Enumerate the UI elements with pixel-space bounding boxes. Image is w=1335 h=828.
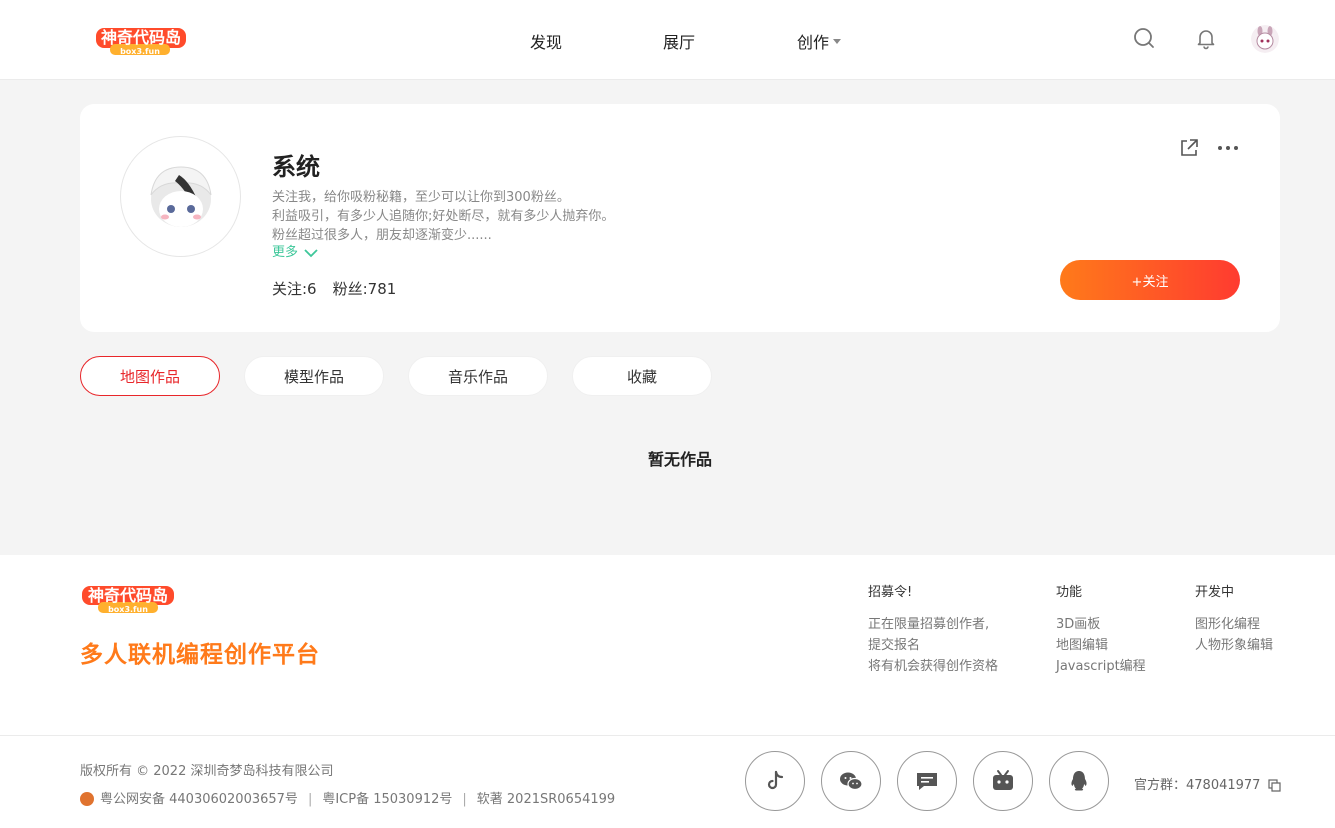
copyright: 版权所有 © 2022 深圳奇梦岛科技有限公司	[80, 764, 334, 779]
footer-col-item[interactable]: 提交报名	[868, 634, 920, 653]
wechat-icon	[840, 772, 863, 791]
beian-info: 粤公网安备 44030602003657号 | 粤ICP备 15030912号 | 软著…	[80, 788, 615, 807]
wechat-button[interactable]	[821, 751, 881, 811]
tab-favorites[interactable]: 收藏	[572, 356, 712, 396]
svg-text:神奇代码岛: 神奇代码岛	[101, 28, 181, 47]
police-badge-icon	[80, 791, 94, 806]
footer-col-title: 开发中	[1195, 585, 1235, 600]
copy-icon[interactable]	[1268, 779, 1282, 792]
software-copyright: 软著 2021SR0654199	[476, 792, 616, 807]
bio-line: 利益吸引，有多少人追随你;好处断尽，就有多少人抛弃你。	[272, 209, 615, 224]
bio-line: 关注我，给你吸粉秘籍，至少可以让你到300粉丝。	[272, 190, 570, 205]
nav-create[interactable]: 创作	[797, 29, 842, 53]
nav-discover-label: 发现	[530, 33, 563, 52]
tab-music-works[interactable]: 音乐作品	[408, 356, 548, 396]
site-footer: 神奇代码岛 box3.fun 多人联机编程创作平台 招募令! 正在限量招募创作者…	[0, 555, 1335, 828]
official-group-label: 官方群：478041977	[1134, 778, 1261, 793]
site-logo[interactable]: 神奇代码岛 box3.fun	[92, 24, 190, 58]
footer-logo: 神奇代码岛 box3.fun	[82, 586, 174, 614]
chat-icon	[917, 773, 937, 790]
chat-button[interactable]	[897, 751, 957, 811]
profile-name: 系统	[272, 153, 320, 181]
tab-map-works[interactable]: 地图作品	[80, 356, 220, 396]
user-avatar[interactable]	[1251, 25, 1279, 53]
bilibili-button[interactable]	[973, 751, 1033, 811]
share-icon[interactable]	[1178, 137, 1200, 159]
qq-icon	[1071, 771, 1087, 791]
tiktok-icon	[767, 770, 784, 790]
police-beian[interactable]: 粤公网安备 44030602003657号	[100, 792, 298, 807]
top-header: 神奇代码岛 box3.fun 发现 展厅 创作	[0, 0, 1335, 80]
more-label: 更多	[272, 245, 299, 260]
bell-icon[interactable]	[1194, 26, 1218, 50]
follow-button[interactable]: +关注	[1060, 260, 1240, 300]
footer-col-item: 将有机会获得创作资格	[868, 659, 999, 674]
svg-text:神奇代码岛: 神奇代码岛	[88, 586, 168, 605]
footer-col-item: 正在限量招募创作者,	[868, 617, 990, 632]
svg-text:box3.fun: box3.fun	[108, 605, 148, 614]
profile-stats: 关注:6 粉丝:781	[272, 278, 412, 299]
nav-create-label: 创作	[797, 33, 830, 52]
qq-button[interactable]	[1049, 751, 1109, 811]
bilibili-icon	[993, 770, 1013, 790]
footer-slogan: 多人联机编程创作平台	[80, 642, 320, 668]
caret-down-icon	[833, 39, 842, 44]
footer-col-item[interactable]: 人物形象编辑	[1195, 634, 1273, 653]
footer-col-title: 招募令!	[868, 585, 913, 600]
footer-col-item[interactable]: 3D画板	[1056, 613, 1100, 632]
footer-col-item[interactable]: Javascript编程	[1056, 655, 1146, 674]
nav-gallery[interactable]: 展厅	[663, 29, 695, 53]
following-count[interactable]: 关注:6	[272, 280, 317, 298]
more-toggle[interactable]: 更多	[272, 241, 318, 260]
icp-beian[interactable]: 粤ICP备 15030912号	[322, 792, 452, 807]
footer-col-item[interactable]: 地图编辑	[1056, 634, 1108, 653]
official-group: 官方群：478041977	[1134, 774, 1282, 793]
tab-model-works[interactable]: 模型作品	[244, 356, 384, 396]
more-options-icon[interactable]	[1216, 137, 1242, 159]
svg-text:box3.fun: box3.fun	[120, 47, 160, 56]
empty-state: 暂无作品	[647, 450, 712, 469]
nav-gallery-label: 展厅	[663, 33, 696, 52]
footer-col-item[interactable]: 图形化编程	[1195, 613, 1260, 632]
profile-card: 系统 关注我，给你吸粉秘籍，至少可以让你到300粉丝。 利益吸引，有多少人追随你…	[80, 104, 1280, 332]
tiktok-button[interactable]	[745, 751, 805, 811]
footer-col-title: 功能	[1056, 585, 1083, 600]
footer-divider	[0, 735, 1335, 736]
chevron-down-icon	[304, 248, 318, 257]
followers-count[interactable]: 粉丝:781	[333, 280, 397, 298]
search-icon[interactable]	[1132, 26, 1156, 50]
nav-discover[interactable]: 发现	[530, 29, 562, 53]
profile-avatar	[120, 136, 241, 257]
